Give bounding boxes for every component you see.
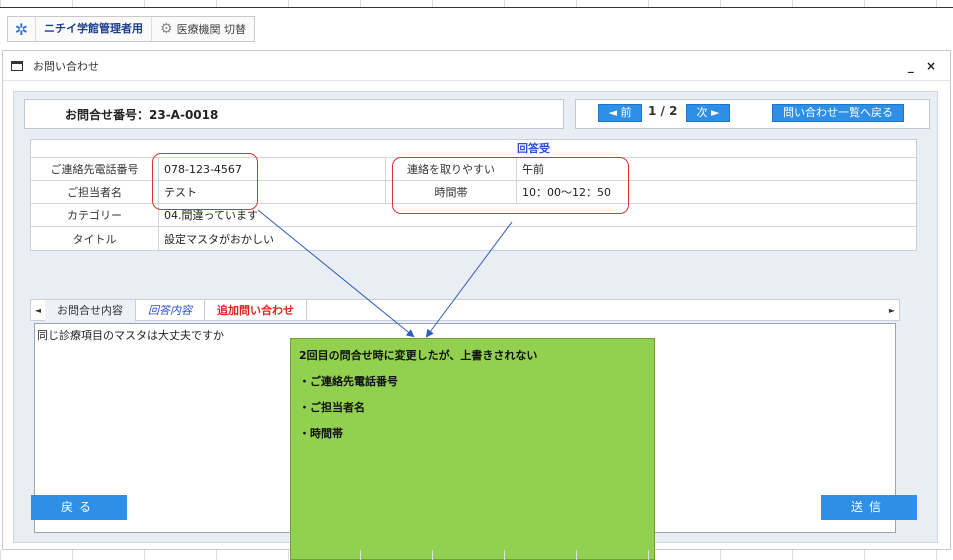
gear-icon: ⚙ bbox=[160, 21, 173, 37]
tab-inquiry-content[interactable]: お問合せ内容 bbox=[45, 299, 136, 321]
pager: 1 / 2 bbox=[648, 104, 678, 118]
tab-additional-inquiry[interactable]: 追加問い合わせ bbox=[205, 299, 307, 321]
note-line: ・ご連絡先電話番号 bbox=[299, 375, 398, 388]
form-row: タイトル 設定マスタがおかしい bbox=[31, 227, 916, 250]
callout-oval-right bbox=[392, 157, 629, 214]
callout-oval-left bbox=[152, 153, 258, 210]
back-to-list-button[interactable]: 問い合わせ一覧へ戻る bbox=[772, 104, 904, 122]
note-line: ・時間帯 bbox=[299, 427, 343, 440]
send-button[interactable]: 送信 bbox=[821, 495, 917, 520]
window-icon bbox=[11, 60, 23, 71]
switch-facility-label: 医療機関 切替 bbox=[176, 23, 247, 36]
window-controls[interactable]: _ × bbox=[908, 59, 940, 73]
switch-facility-button[interactable]: ⚙ 医療機関 切替 bbox=[152, 17, 254, 41]
window-titlebar: お問い合わせ bbox=[3, 51, 950, 81]
inquiry-id: お問合せ番号：23-A-0018 bbox=[24, 99, 564, 129]
logo-icon: ✲ bbox=[8, 17, 36, 41]
title-label: タイトル bbox=[31, 227, 159, 250]
back-button[interactable]: 戻る bbox=[31, 495, 127, 520]
phone-label: ご連絡先電話番号 bbox=[31, 158, 159, 180]
note-line: 2回目の問合せ時に変更したが、上書きされない bbox=[299, 349, 538, 362]
tab-scroll-right-icon[interactable]: ► bbox=[885, 306, 899, 315]
tab-scroll-left-icon[interactable]: ◄ bbox=[31, 306, 45, 315]
next-button[interactable]: 次 ► bbox=[686, 104, 730, 122]
tab-bar: ◄ お問合せ内容 回答内容 追加問い合わせ ► bbox=[30, 299, 900, 321]
app-header-bar: ✲ ニチイ学館管理者用 ⚙ 医療機関 切替 bbox=[7, 16, 256, 42]
window-title: お問い合わせ bbox=[33, 59, 99, 73]
spreadsheet-grid-top bbox=[0, 0, 953, 8]
prev-button[interactable]: ◄ 前 bbox=[598, 104, 642, 122]
tab-answer-content[interactable]: 回答内容 bbox=[136, 299, 205, 321]
spreadsheet-grid-bottom bbox=[0, 550, 953, 560]
note-line: ・ご担当者名 bbox=[299, 401, 365, 414]
annotation-note: 2回目の問合せ時に変更したが、上書きされない ・ご連絡先電話番号 ・ご担当者名 … bbox=[290, 338, 655, 560]
person-label: ご担当者名 bbox=[31, 181, 159, 203]
title-field[interactable]: 設定マスタがおかしい bbox=[159, 227, 916, 250]
category-label: カテゴリー bbox=[31, 204, 159, 226]
org-name: ニチイ学館管理者用 bbox=[36, 17, 152, 41]
